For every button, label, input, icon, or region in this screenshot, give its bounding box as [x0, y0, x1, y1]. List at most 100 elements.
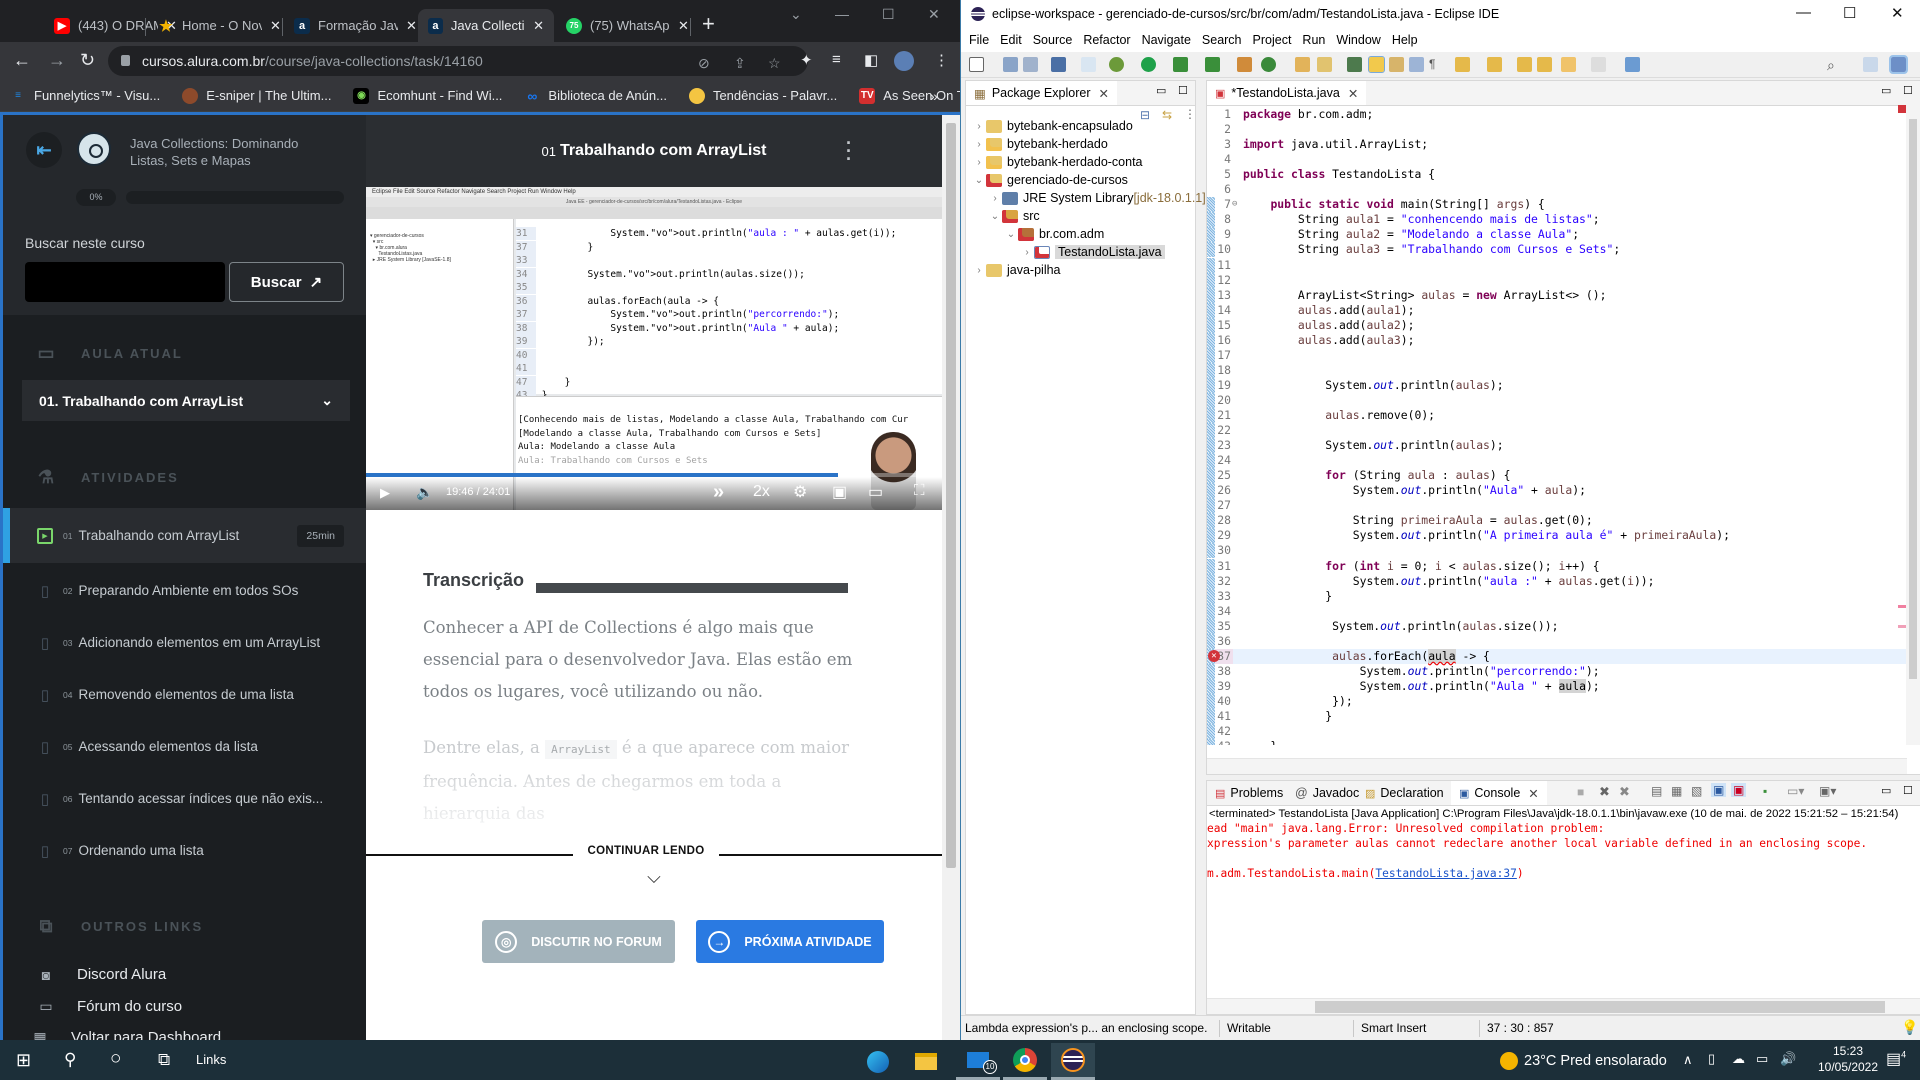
menu-edit[interactable]: Edit	[1000, 33, 1022, 47]
close-window-icon[interactable]: ✕	[1891, 4, 1904, 22]
tab-testandolista[interactable]: ▣ *TestandoLista.java ✕	[1207, 81, 1367, 105]
lightbulb-icon[interactable]: 💡	[1901, 1019, 1918, 1036]
tab-problems[interactable]: ▤ Problems	[1207, 781, 1291, 805]
menu-project[interactable]: Project	[1253, 33, 1292, 47]
maximize-view-icon[interactable]: ☐	[1903, 84, 1913, 97]
activity-item[interactable]: ▯ 03 Adicionando elementos em um ArrayLi…	[3, 615, 366, 670]
notification-center-icon[interactable]: ▤4	[1886, 1049, 1906, 1069]
minimize-icon[interactable]: —	[1796, 4, 1811, 21]
taskbar-mail[interactable]: 10	[956, 1043, 1000, 1080]
chevron-down-icon[interactable]: ⌵	[642, 867, 666, 888]
code-line[interactable]: 1 package br.com.adm;	[1207, 107, 1907, 122]
code-line[interactable]: 13 ArrayList<String> aulas = new ArrayLi…	[1207, 287, 1907, 303]
new-class-icon[interactable]	[1261, 57, 1276, 72]
expand-icon[interactable]: ›	[988, 193, 1002, 204]
new-icon[interactable]	[969, 57, 984, 72]
close-icon[interactable]: ✕	[1098, 86, 1108, 101]
console-output[interactable]: ead "main" java.lang.Error: Unresolved c…	[1207, 821, 1907, 881]
onedrive-icon[interactable]: ☁	[1732, 1051, 1745, 1067]
share-icon[interactable]: ⇪	[734, 55, 746, 72]
collapse-icon[interactable]: ⌄	[1004, 229, 1018, 240]
skip-forward-icon[interactable]: »	[713, 481, 724, 504]
reload-icon[interactable]: ↻	[80, 50, 95, 71]
activity-item[interactable]: ▯ 04 Removendo elementos de uma lista	[3, 667, 366, 722]
tab-javadoc[interactable]: @ Javadoc	[1287, 781, 1367, 805]
minimize-view-icon[interactable]: ▭	[1881, 784, 1891, 797]
tab-java-collections[interactable]: a Java Collections ✕	[418, 9, 554, 42]
url-bar[interactable]: cursos.alura.com.br/course/java-collecti…	[108, 46, 808, 76]
code-line[interactable]: 33 }	[1207, 588, 1907, 604]
search-button[interactable]: Buscar ↗	[229, 262, 344, 302]
code-line[interactable]: 4	[1207, 152, 1907, 167]
word-wrap-icon[interactable]: ▧	[1691, 784, 1702, 798]
tree-item[interactable]: › TestandoLista.java	[1020, 243, 1165, 261]
code-line[interactable]: 27	[1207, 498, 1907, 514]
bookmark-star-icon[interactable]: ☆	[768, 55, 781, 72]
tree-item[interactable]: › java-pilha	[972, 261, 1060, 279]
expand-icon[interactable]: ›	[972, 121, 986, 132]
scrollbar-thumb[interactable]	[1909, 119, 1917, 679]
code-line[interactable]: 21 aulas.remove(0);	[1207, 408, 1907, 423]
network-icon[interactable]: ▭	[1756, 1051, 1768, 1067]
volume-icon[interactable]: 🔈	[416, 484, 433, 501]
menu-run[interactable]: Run	[1302, 33, 1325, 47]
error-overview-marker[interactable]	[1898, 605, 1906, 608]
open-console-icon[interactable]: ▣▾	[1819, 784, 1836, 798]
clock[interactable]: 15:23 10/05/2022	[1810, 1043, 1886, 1075]
close-icon[interactable]: ✕	[1528, 786, 1538, 801]
extensions-icon[interactable]: ✦	[800, 51, 813, 69]
collapse-icon[interactable]: ⌄	[972, 175, 986, 186]
code-area[interactable]: 1 package br.com.adm; 2 3 import java.util.A…	[1207, 105, 1907, 745]
windows-start-icon[interactable]: ⊞	[16, 1050, 31, 1071]
console-horizontal-scrollbar[interactable]	[1207, 998, 1920, 1014]
error-overview-marker[interactable]	[1898, 105, 1906, 113]
save-icon[interactable]	[1003, 57, 1018, 72]
open-task-icon[interactable]	[1347, 57, 1362, 72]
code-line[interactable]: 8 String aula1 = "conhencendo mais de li…	[1207, 212, 1907, 228]
code-line[interactable]: 24	[1207, 453, 1907, 469]
tree-item[interactable]: › bytebank-encapsulado	[972, 117, 1132, 135]
collapse-sidebar-button[interactable]: ⇤	[26, 132, 62, 168]
code-line[interactable]: 20	[1207, 392, 1907, 408]
debug-icon[interactable]	[1109, 57, 1124, 72]
tree-item[interactable]: ⌄ src	[988, 207, 1040, 225]
toggle-block-icon[interactable]	[1389, 57, 1404, 72]
tree-item[interactable]: ⌄ br.com.adm	[1004, 225, 1105, 243]
activity-item[interactable]: ▯ 02 Preparando Ambiente em todos SOs	[3, 563, 366, 618]
mark-occurrences-icon[interactable]	[1368, 56, 1385, 73]
code-line[interactable]: 9 String aula2 = "Modelando a classe Aul…	[1207, 227, 1907, 243]
bookmark-meta[interactable]: ∞ Biblioteca de Anún...	[524, 88, 667, 104]
code-line[interactable]: 35 System.out.println(aulas.size());	[1207, 618, 1907, 634]
bookmark-ecomhunt[interactable]: ◉ Ecomhunt - Find Wi...	[353, 87, 502, 104]
word-wrap-icon[interactable]	[1409, 57, 1424, 72]
close-icon[interactable]: ✕	[1348, 86, 1358, 101]
java-perspective-icon[interactable]	[1889, 55, 1908, 74]
tree-item[interactable]: › bytebank-herdado-conta	[972, 153, 1142, 171]
menu-search[interactable]: Search	[1202, 33, 1242, 47]
taskbar-edge[interactable]	[856, 1043, 900, 1080]
bookmark-esniper[interactable]: E-sniper | The Ultim...	[182, 87, 331, 104]
code-line[interactable]: 25 for (String aula : aulas) {	[1207, 468, 1907, 484]
collapse-icon[interactable]: ⌄	[988, 211, 1002, 222]
terminate-icon[interactable]: ■	[1577, 785, 1584, 799]
meet-now-icon[interactable]: ▯	[1708, 1051, 1715, 1067]
tree-item[interactable]: › bytebank-herdado	[972, 135, 1107, 153]
links-toolbar[interactable]: Links	[196, 1052, 226, 1067]
minimize-view-icon[interactable]: ▭	[1881, 84, 1891, 97]
code-line[interactable]: 12	[1207, 272, 1907, 288]
code-line[interactable]: 17	[1207, 347, 1907, 363]
code-line[interactable]: 40 });	[1207, 693, 1907, 709]
code-line[interactable]: 41 }	[1207, 709, 1907, 724]
activity-item[interactable]: ▯ 06 Tentando acessar índices que não ex…	[3, 771, 366, 826]
activity-item[interactable]: ▯ 05 Acessando elementos da lista	[3, 719, 366, 774]
task-view-icon[interactable]: ⧉	[158, 1050, 170, 1070]
code-line[interactable]: 2	[1207, 122, 1907, 137]
show-on-stdout-icon[interactable]: ▣	[1711, 783, 1727, 797]
perspective-icon[interactable]	[1863, 57, 1878, 72]
code-line[interactable]: 38 System.out.println("percorrendo:");	[1207, 663, 1907, 679]
code-line[interactable]: 10 String aula3 = "Trabalhando com Curso…	[1207, 242, 1907, 258]
picture-in-picture-icon[interactable]: ▣	[832, 482, 847, 502]
run-icon[interactable]	[1141, 57, 1156, 72]
code-line[interactable]: 14 aulas.add(aula1);	[1207, 302, 1907, 318]
settings-gear-icon[interactable]: ⚙	[793, 482, 807, 502]
